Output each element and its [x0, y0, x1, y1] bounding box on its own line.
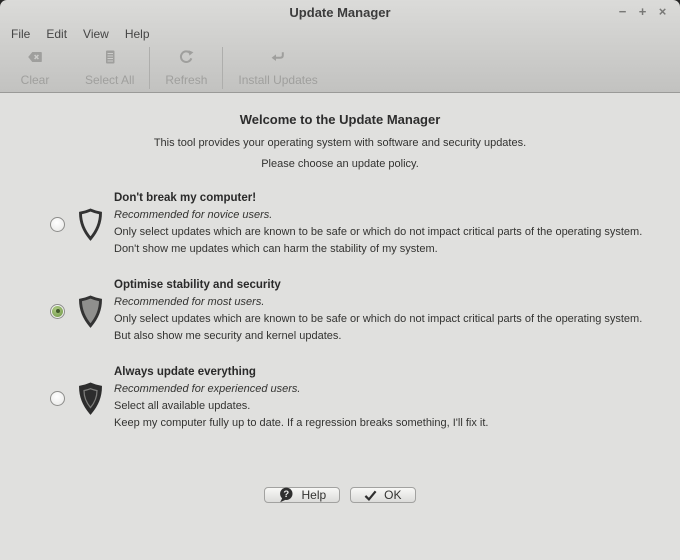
dialog-buttons: ? Help OK [0, 487, 680, 503]
toolbar: Clear Select All Refresh Install Updates [0, 44, 680, 92]
policy-title: Always update everything [114, 366, 256, 378]
clear-button[interactable]: Clear [0, 44, 70, 92]
policy-title: Don't break my computer! [114, 192, 257, 204]
main-content: Welcome to the Update Manager This tool … [0, 93, 680, 560]
policy-title: Optimise stability and security [114, 279, 281, 291]
policy-radio[interactable] [50, 390, 65, 406]
policy-text: Don't break my computer! Recommended for… [114, 190, 642, 258]
ok-button-label: OK [384, 488, 402, 502]
policy-option-dont-break: Don't break my computer! Recommended for… [0, 190, 680, 258]
menu-view[interactable]: View [75, 25, 117, 43]
svg-text:?: ? [284, 489, 290, 500]
question-bubble-icon: ? [278, 487, 294, 503]
maximize-button[interactable]: + [634, 3, 651, 21]
policy-description-line: Select all available updates. [114, 400, 251, 412]
install-updates-icon [270, 49, 286, 68]
policy-text: Optimise stability and security Recommen… [114, 277, 642, 345]
policy-recommendation: Recommended for experienced users. [114, 383, 301, 395]
policy-description-line: Only select updates which are known to b… [114, 226, 643, 238]
welcome-heading: Welcome to the Update Manager [239, 112, 441, 127]
window-header: Update Manager − + × File Edit View Help [0, 0, 680, 93]
select-all-button[interactable]: Select All [70, 44, 149, 92]
policy-description-line: But also show me security and kernel upd… [114, 330, 342, 342]
welcome-subtitle: This tool provides your operating system… [153, 137, 527, 149]
shield-outline-icon [77, 207, 104, 241]
check-icon [364, 489, 377, 502]
select-all-label: Select All [85, 73, 135, 87]
policy-list: Don't break my computer! Recommended for… [0, 190, 680, 432]
help-button[interactable]: ? Help [264, 487, 341, 503]
close-button[interactable]: × [654, 3, 671, 21]
policy-description-line: Keep my computer fully up to date. If a … [114, 417, 489, 429]
policy-radio[interactable] [50, 216, 65, 232]
policy-option-optimise: Optimise stability and security Recommen… [0, 277, 680, 345]
policy-text: Always update everything Recommended for… [114, 364, 488, 432]
menubar: File Edit View Help [0, 24, 680, 44]
refresh-label: Refresh [165, 73, 208, 87]
install-updates-button[interactable]: Install Updates [223, 44, 332, 92]
welcome-instruction: Please choose an update policy. [261, 158, 419, 170]
clear-icon [27, 49, 43, 68]
shield-full-icon [77, 381, 104, 415]
menu-edit[interactable]: Edit [38, 25, 75, 43]
refresh-icon [178, 49, 194, 68]
policy-recommendation: Recommended for most users. [114, 296, 265, 308]
select-all-icon [102, 49, 118, 68]
help-button-label: Help [301, 488, 327, 502]
update-manager-window: Update Manager − + × File Edit View Help [0, 0, 680, 560]
window-title: Update Manager [289, 4, 391, 20]
window-controls: − + × [614, 3, 680, 21]
ok-button[interactable]: OK [350, 487, 416, 503]
refresh-button[interactable]: Refresh [150, 44, 222, 92]
policy-radio[interactable] [50, 303, 65, 319]
menu-help[interactable]: Help [117, 25, 158, 43]
install-updates-label: Install Updates [238, 73, 318, 87]
policy-description-line: Only select updates which are known to b… [114, 313, 643, 325]
policy-option-always-update: Always update everything Recommended for… [0, 364, 680, 432]
titlebar[interactable]: Update Manager − + × [0, 0, 680, 24]
policy-description-line: Don't show me updates which can harm the… [114, 243, 438, 255]
policy-recommendation: Recommended for novice users. [114, 209, 273, 221]
shield-half-icon [77, 294, 104, 328]
minimize-button[interactable]: − [614, 3, 631, 21]
menu-file[interactable]: File [3, 25, 38, 43]
clear-label: Clear [20, 73, 50, 87]
